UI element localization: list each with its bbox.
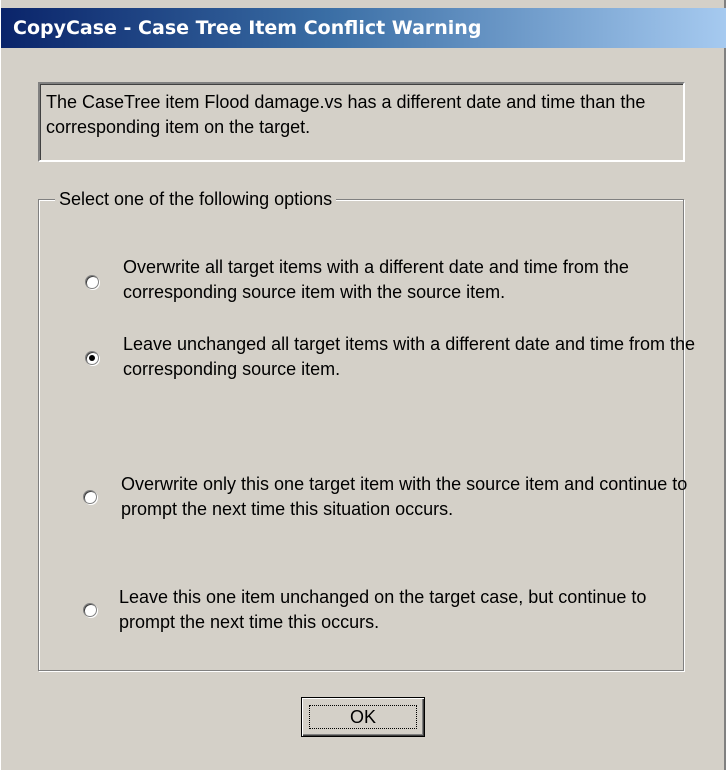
conflict-message: The CaseTree item Flood damage.vs has a … <box>38 82 685 162</box>
title-bar[interactable]: CopyCase - Case Tree Item Conflict Warni… <box>1 8 726 48</box>
ok-button[interactable]: OK <box>301 697 425 737</box>
radio-overwrite-all[interactable] <box>85 275 99 289</box>
option-leave-all-label[interactable]: Leave unchanged all target items with a … <box>123 332 703 382</box>
options-group-label: Select one of the following options <box>55 188 337 210</box>
radio-selected-dot <box>89 355 95 361</box>
dialog-window: CopyCase - Case Tree Item Conflict Warni… <box>0 0 726 770</box>
ok-button-label: OK <box>349 707 376 727</box>
radio-leave-all[interactable] <box>85 351 99 365</box>
option-overwrite-all-label[interactable]: Overwrite all target items with a differ… <box>123 255 703 305</box>
radio-overwrite-one[interactable] <box>83 490 97 504</box>
option-leave-one-label[interactable]: Leave this one item unchanged on the tar… <box>119 585 699 635</box>
options-groupbox: Select one of the following options Over… <box>38 188 695 671</box>
option-overwrite-one-label[interactable]: Overwrite only this one target item with… <box>121 472 701 522</box>
radio-leave-one[interactable] <box>83 603 97 617</box>
